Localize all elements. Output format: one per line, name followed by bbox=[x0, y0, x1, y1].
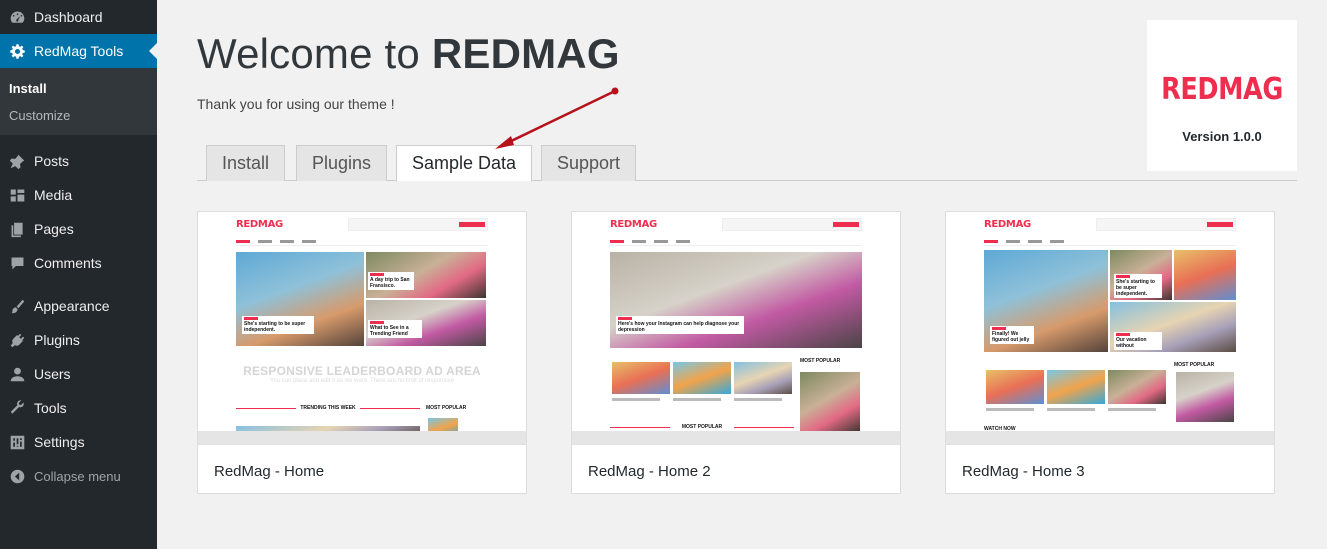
plug-icon bbox=[8, 331, 26, 349]
gear-icon bbox=[8, 42, 26, 60]
page-subtitle: Thank you for using our theme ! bbox=[197, 96, 395, 112]
menu-label: Appearance bbox=[34, 298, 110, 314]
collapse-label: Collapse menu bbox=[34, 468, 121, 484]
menu-dashboard[interactable]: Dashboard bbox=[0, 0, 157, 34]
demo-title: RedMag - Home bbox=[214, 463, 325, 480]
menu-label: RedMag Tools bbox=[34, 43, 124, 59]
redmag-submenu: Install Customize bbox=[0, 68, 157, 135]
menu-label: Plugins bbox=[34, 332, 80, 348]
wrench-icon bbox=[8, 399, 26, 417]
menu-label: Users bbox=[34, 366, 71, 382]
demo-title: RedMag - Home 2 bbox=[588, 463, 711, 480]
collapse-menu-button[interactable]: Collapse menu bbox=[0, 459, 157, 493]
menu-appearance[interactable]: Appearance bbox=[0, 289, 157, 323]
user-icon bbox=[8, 365, 26, 383]
demo-card-home-3[interactable]: REDMAG Finally! We figured out jelly She… bbox=[945, 211, 1275, 494]
menu-redmag-tools[interactable]: RedMag Tools bbox=[0, 34, 157, 68]
menu-pages[interactable]: Pages bbox=[0, 212, 157, 246]
media-icon bbox=[8, 186, 26, 204]
submenu-customize[interactable]: Customize bbox=[0, 102, 157, 129]
demo-preview: REDMAG Here's how your Instagram can hel… bbox=[572, 212, 900, 445]
menu-media[interactable]: Media bbox=[0, 178, 157, 212]
menu-tools[interactable]: Tools bbox=[0, 391, 157, 425]
tab-install[interactable]: Install bbox=[206, 145, 286, 181]
demo-preview: REDMAG She's starting to be super indepe… bbox=[198, 212, 526, 445]
menu-users[interactable]: Users bbox=[0, 357, 157, 391]
brush-icon bbox=[8, 297, 26, 315]
comments-icon bbox=[8, 254, 26, 272]
submenu-install[interactable]: Install bbox=[0, 75, 157, 102]
demo-card-home[interactable]: REDMAG She's starting to be super indepe… bbox=[197, 211, 527, 494]
menu-posts[interactable]: Posts bbox=[0, 144, 157, 178]
demo-card-home-2[interactable]: REDMAG Here's how your Instagram can hel… bbox=[571, 211, 901, 494]
menu-settings[interactable]: Settings bbox=[0, 425, 157, 459]
demo-title: RedMag - Home 3 bbox=[962, 463, 1085, 480]
pin-icon bbox=[8, 152, 26, 170]
menu-label: Media bbox=[34, 187, 73, 203]
menu-label: Dashboard bbox=[34, 9, 103, 25]
annotation-arrow bbox=[495, 87, 619, 149]
theme-version: Version 1.0.0 bbox=[1182, 129, 1262, 144]
collapse-icon bbox=[8, 467, 26, 485]
menu-label: Settings bbox=[34, 434, 85, 450]
admin-sidebar: Dashboard RedMag Tools Install Customize… bbox=[0, 0, 157, 549]
page-title: Welcome to REDMAG bbox=[197, 30, 620, 77]
menu-label: Pages bbox=[34, 221, 74, 237]
main-content: Welcome to REDMAG Thank you for using ou… bbox=[157, 0, 1327, 549]
menu-label: Comments bbox=[34, 255, 102, 271]
menu-comments[interactable]: Comments bbox=[0, 246, 157, 280]
pages-icon bbox=[8, 220, 26, 238]
tab-bar: Install Plugins Sample Data Support bbox=[197, 145, 1297, 182]
menu-label: Tools bbox=[34, 400, 67, 416]
tab-plugins[interactable]: Plugins bbox=[296, 145, 388, 181]
dashboard-icon bbox=[8, 8, 26, 26]
settings-icon bbox=[8, 433, 26, 451]
menu-plugins[interactable]: Plugins bbox=[0, 323, 157, 357]
demo-preview: REDMAG Finally! We figured out jelly She… bbox=[946, 212, 1274, 445]
theme-logo: REDMAG bbox=[1161, 72, 1283, 107]
menu-label: Posts bbox=[34, 153, 70, 169]
